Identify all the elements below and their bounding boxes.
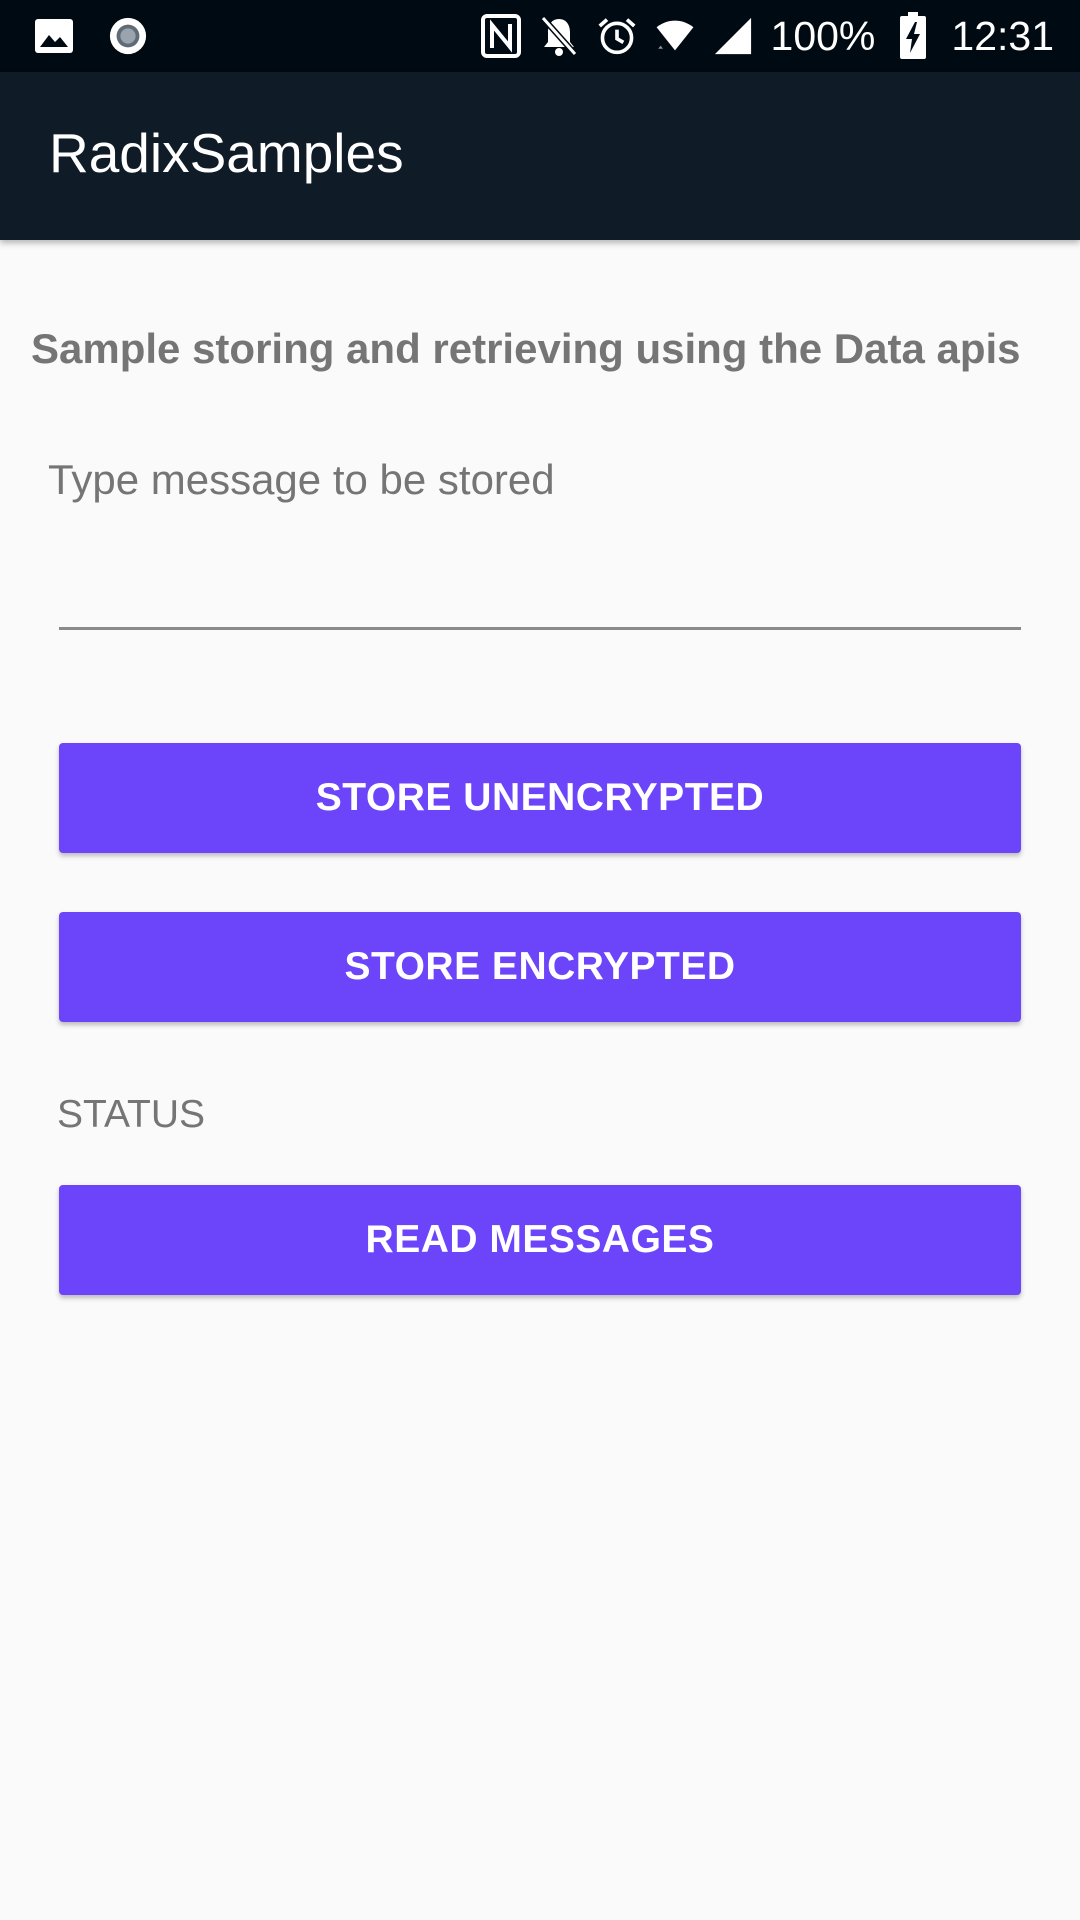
read-messages-button[interactable]: READ MESSAGES (59, 1185, 1021, 1295)
signal-icon (713, 16, 753, 56)
status-bar-right: 100% 12:31 (480, 10, 1054, 62)
notifications-off-icon (539, 16, 579, 56)
store-encrypted-button[interactable]: STORE ENCRYPTED (59, 912, 1021, 1022)
image-icon (34, 16, 74, 56)
message-input-underline (59, 627, 1021, 630)
status-bar: 100% 12:31 (0, 0, 1080, 72)
clock: 12:31 (951, 12, 1054, 59)
battery-percent: 100% (770, 12, 876, 59)
alarm-icon (597, 16, 637, 56)
record-icon (108, 16, 148, 56)
status-text: STATUS (57, 1093, 206, 1136)
message-input[interactable] (48, 440, 1008, 520)
battery-charging-icon (893, 12, 933, 59)
store-unencrypted-button[interactable]: STORE UNENCRYPTED (59, 743, 1021, 853)
main-content: Sample storing and retrieving using the … (0, 240, 1080, 1920)
page-heading: Sample storing and retrieving using the … (31, 325, 1021, 372)
nfc-icon (480, 14, 521, 58)
status-bar-left (34, 14, 148, 58)
wifi-icon (655, 16, 695, 56)
app-title: RadixSamples (49, 122, 404, 184)
app-bar: RadixSamples (0, 72, 1080, 240)
